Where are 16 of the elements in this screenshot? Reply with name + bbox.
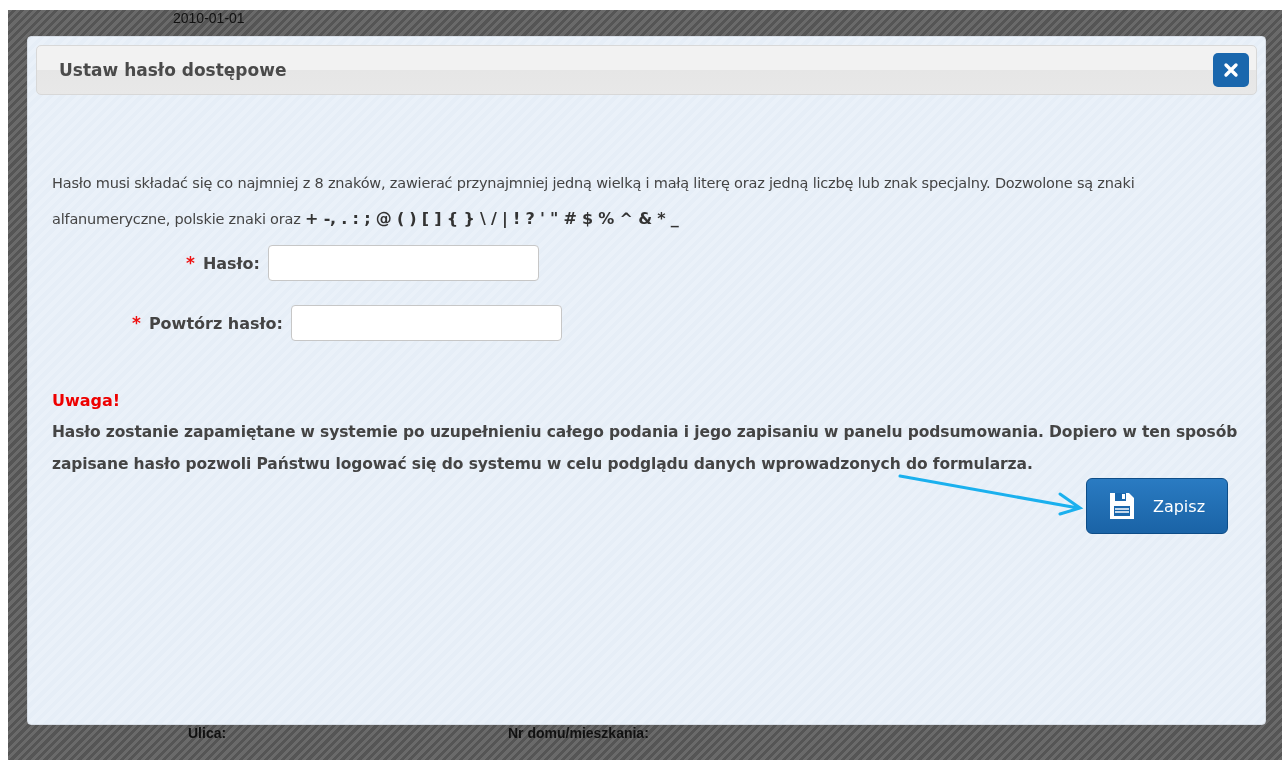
field-label: Hasło: [202, 253, 260, 273]
warning-text: Hasło zostanie zapamiętane w systemie po uzupełnieniu całego podania i jego zapisaniu w panelu podsumowania. Dopiero w ten sposób zapisane hasło pozwoli Państwu logować się do systemu w celu podglądu danych wprowadzonych do formularza. [52, 422, 1239, 475]
close-icon [1223, 62, 1239, 78]
password-input[interactable] [290, 305, 562, 341]
background-date-text: 2010-01-01 [173, 10, 245, 26]
dialog-title: Ustaw hasło dostępowe [59, 60, 287, 80]
warning-title: Uwaga! [52, 391, 122, 410]
password-rules-text: Hasło musi składać się co najmniej z 8 znaków, zawierać przynajmniej jedną wielką i małą literę oraz jedną liczbę lub znak specjalny. Dozwolone są znaki alfanumeryczne, polskie znaki oraz + -, . : ; @ ( ) [ ] { } \ / | ! ? ' " # $ % ^ & * _ [52, 174, 1136, 230]
required-marker: * [186, 253, 195, 273]
background-label: Nr domu/mieszkania: [508, 725, 649, 741]
password-input[interactable] [267, 245, 539, 281]
background-label: Ulica: [188, 725, 228, 741]
required-marker: * [132, 313, 141, 333]
save-button[interactable]: Zapisz [1086, 478, 1228, 534]
close-button[interactable] [1213, 53, 1249, 87]
field-label: Powtórz hasło: [148, 313, 283, 333]
